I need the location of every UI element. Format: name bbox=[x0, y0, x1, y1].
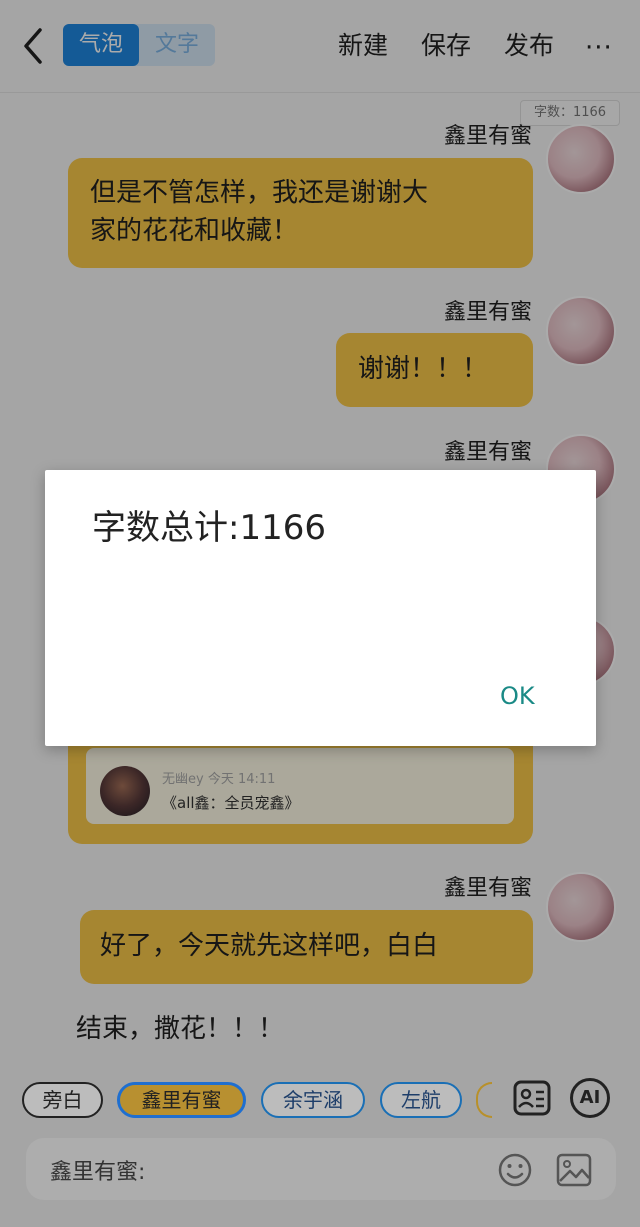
ok-button[interactable]: OK bbox=[490, 678, 545, 714]
dialog-message: 字数总计:1166 bbox=[92, 508, 326, 548]
toolbar-area bbox=[0, 1060, 640, 1227]
